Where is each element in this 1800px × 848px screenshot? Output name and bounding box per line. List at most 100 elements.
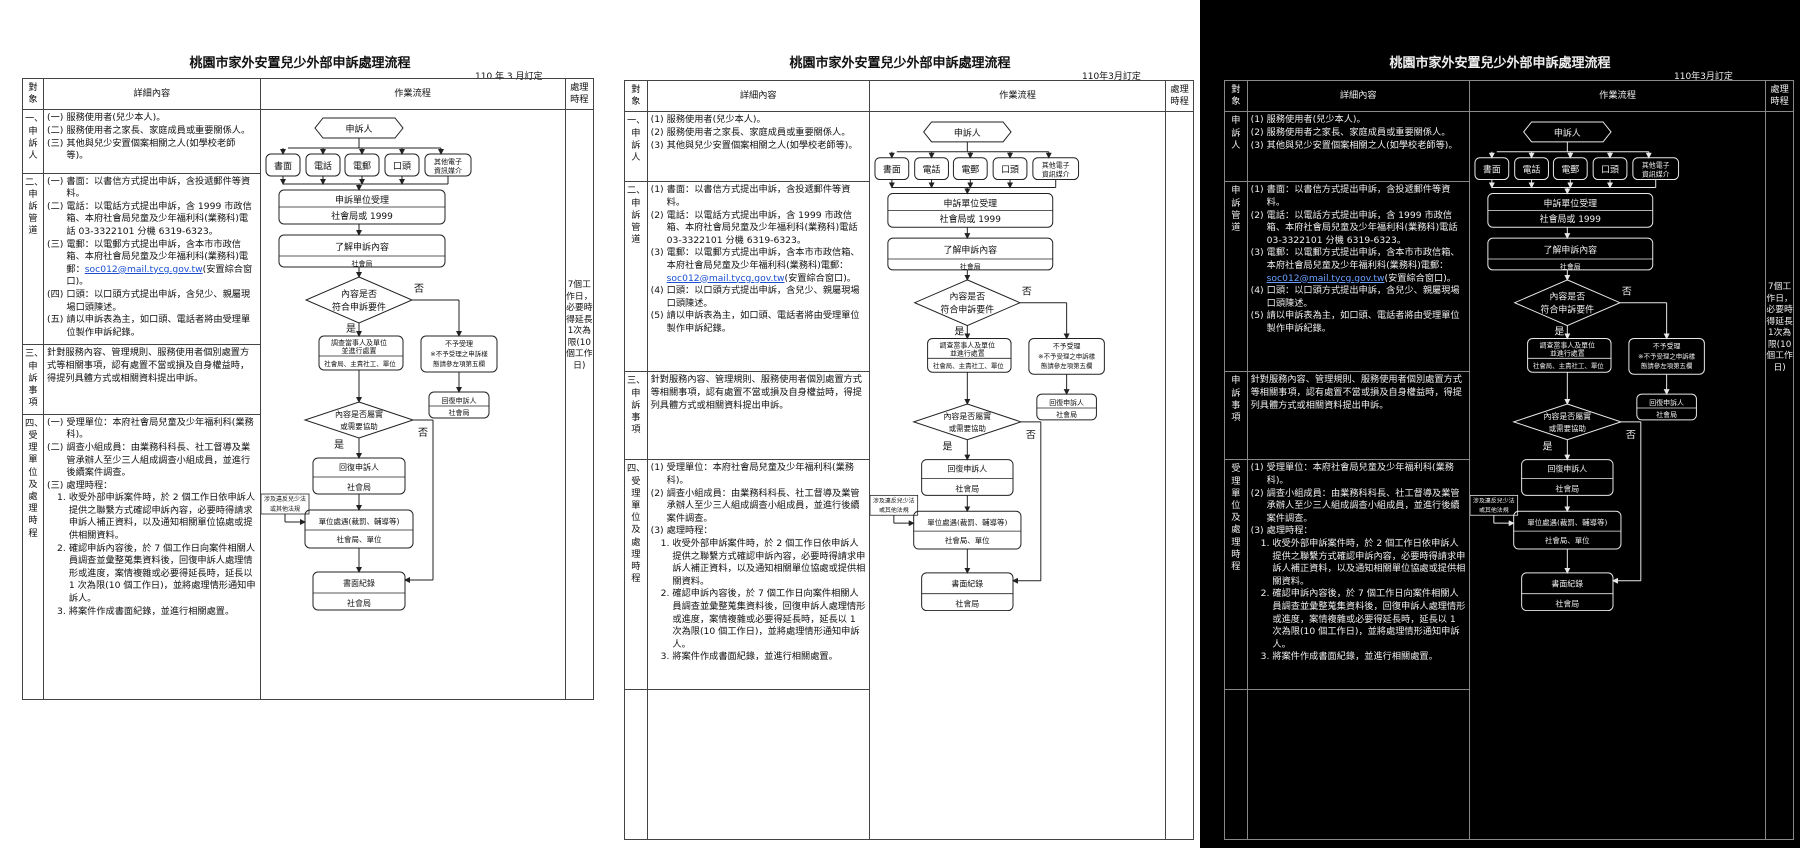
header-detail: 詳細內容 — [1246, 79, 1470, 113]
section-label: 申訴事項 — [1224, 371, 1248, 461]
flow-label: 書面 — [1483, 164, 1501, 176]
decision-eligibility — [304, 276, 413, 324]
flow-label: 否 — [418, 427, 428, 439]
section-detail: (1) 書面：以書信方式提出申訴，含投遞郵件等資料。 (2) 電話：以電話方式提出申… — [646, 181, 870, 373]
decision-verified — [303, 401, 415, 439]
flow-label: 申訴單位受理 — [1543, 198, 1597, 210]
flow-label: 書面 — [883, 164, 901, 176]
flow-label: 符合申訴要件 — [1540, 304, 1594, 316]
flow-label: 社會局、單位 — [336, 534, 381, 544]
flow-label: 社會局 — [955, 484, 979, 494]
section-detail: (1) 受理單位：本府社會局兒童及少年福利科(業務科)。 (2) 調查小組成員：由業… — [1246, 459, 1470, 691]
flow-label: 內容是否屬實 — [1543, 411, 1591, 421]
flow-label: 書面紀錄 — [343, 578, 375, 588]
flow-label: 是 — [942, 441, 952, 453]
flow-label: 書面 — [274, 160, 292, 172]
flow-label: 調查當事人及單位 — [331, 338, 387, 347]
email-link[interactable]: soc012@mail.tycg.gov.tw — [1267, 273, 1385, 284]
flow-label: 並進行處置 — [341, 346, 376, 355]
flow-label: 社會局 — [351, 259, 372, 268]
flow-label: 電郵 — [1561, 164, 1579, 176]
flow-label: 是 — [334, 439, 344, 451]
flow-label: 不予受理 — [445, 339, 473, 348]
document-page-reflowed: 桃園市家外安置兒少外部申訴處理流程 110年3月訂定 對象 詳細內容 作業流程 … — [600, 0, 1200, 848]
header-flow: 作業流程 — [259, 77, 566, 111]
flow-label: 社會局 — [1056, 410, 1077, 419]
decision-verified — [1511, 403, 1623, 441]
document-page-original: 桃園市家外安置兒少外部申訴處理流程 110 年 3 月訂定 對象 詳細內容 作業… — [0, 0, 600, 848]
flow-label: 否 — [414, 283, 424, 295]
flow-label: 態請參左項第五欄 — [1641, 362, 1693, 371]
flow-label: 並進行處置 — [1550, 349, 1585, 358]
flow-cell: 申訴人 書面 電話 電郵 口頭 其他電子 資訊媒介 申訴單位受理 社會局或 1999 了解申訴內容… — [259, 109, 566, 700]
section-detail: (一) 書面：以書信方式提出申訴，含投遞郵件等資料。 (二) 電話：以電話方式提出申… — [43, 172, 261, 346]
section-detail: (一) 受理單位：本府社會局兒童及少年福利科(業務科)。 (二) 調查小組成員：由業… — [43, 413, 261, 701]
flow-label: 社會局、單位 — [945, 535, 990, 545]
header-target: 對象 — [21, 77, 45, 111]
email-link[interactable]: soc012@mail.tycg.gov.tw — [667, 273, 785, 284]
flow-label: 社會局或 1999 — [1540, 214, 1602, 226]
flow-label: 不予受理 — [1653, 342, 1681, 351]
flow-label: 不予受理 — [1053, 342, 1081, 351]
section-label: 二、申訴管道 — [624, 181, 648, 373]
section-label: 三、申訴事項 — [21, 344, 45, 415]
flow-label: 或其他法規 — [879, 507, 909, 515]
flow-label: 書面紀錄 — [951, 579, 983, 589]
flow-label: 或其他法規 — [1479, 507, 1509, 515]
flow-label: 或其他法規 — [270, 505, 300, 513]
header-time: 處理時程 — [1765, 79, 1794, 113]
flow-label: 電郵 — [961, 164, 979, 176]
flow-label: 了解申訴內容 — [1543, 244, 1597, 256]
flowchart: 申訴人書面 電話 電郵 口頭 其他電子資訊媒介申訴單位受理社會局或 1999 了解申訴內容… — [260, 117, 498, 611]
flow-label: 並進行處置 — [950, 349, 985, 358]
flow-label: 調查當事人及單位 — [1539, 341, 1595, 350]
flow-label: 其他電子 — [1042, 161, 1070, 170]
section-detail: (1) 服務使用者(兒少本人)。 (2) 服務使用者之家長、家庭成員或重要關係人。 … — [646, 111, 870, 183]
flow-label: 其他電子 — [434, 157, 462, 166]
flow-label: 內容是否屬實 — [335, 409, 383, 419]
flow-label: 是 — [1542, 441, 1552, 453]
email-link[interactable]: soc012@mail.tycg.gov.tw — [85, 264, 203, 275]
time-cell — [1165, 111, 1194, 841]
section-label: 四、受理單位及處理時程 — [21, 413, 45, 701]
flow-label: 申訴單位受理 — [943, 198, 997, 210]
flow-label: 內容是否 — [1549, 291, 1585, 303]
section-label: 申訴人 — [1224, 111, 1248, 183]
flow-label: 口頭 — [1001, 165, 1019, 176]
flow-label: 社會局 — [1555, 484, 1579, 494]
flow-label: 電話 — [923, 164, 941, 176]
document-page-overlay: 桃園市家外安置兒少外部申訴處理流程 110年3月訂定 對象 詳細內容 作業流程 … — [1200, 0, 1800, 848]
flow-label: 社會局 — [1555, 599, 1579, 609]
flow-label: 社會局、主責社工、單位 — [933, 362, 1004, 371]
flow-label: 是 — [954, 326, 964, 338]
flow-label: 是 — [346, 323, 356, 335]
flow-label: 社會局 — [1560, 262, 1581, 271]
flow-label: 是 — [1554, 326, 1564, 338]
flow-label: 資訊媒介 — [434, 166, 462, 175]
section-label: 三、申訴事項 — [624, 371, 648, 461]
flow-label: 申訴人 — [345, 123, 372, 135]
header-detail: 詳細內容 — [43, 77, 261, 111]
flow-label: 調查當事人及單位 — [939, 341, 995, 350]
flow-label: ※不予受理之申訴樣 — [1638, 352, 1695, 361]
flow-label: 內容是否屬實 — [943, 411, 991, 421]
flow-label: 回復申訴人 — [1547, 464, 1587, 474]
flow-cell: 申訴人 書面 電話 電郵 口頭 其他電子 資訊媒介 申訴單位受理 社會局或 1999 了解申訴內容… — [1468, 111, 1767, 841]
flow-label: 態請參左項第五欄 — [433, 359, 485, 368]
flow-label: 單位處遇(裁罰、輔導等) — [318, 516, 399, 526]
flow-label: 其他電子 — [1642, 161, 1670, 170]
section-label: 二、申訴管道 — [21, 172, 45, 346]
time-note: 7個工作日，必要時得延長1次為限(10個工作日) — [566, 280, 593, 371]
flow-label: 或需要協助 — [340, 421, 378, 431]
flow-label: 或需要協助 — [949, 423, 986, 433]
flow-label: 社會局或 1999 — [331, 210, 393, 222]
flow-label: 否 — [1626, 429, 1636, 441]
flow-label: 申訴人 — [954, 127, 981, 139]
flow-label: 申訴單位受理 — [335, 194, 389, 206]
flow-label: 單位處遇(裁罰、輔導等) — [1527, 518, 1607, 528]
flow-label: 符合申訴要件 — [940, 304, 994, 316]
header-target: 對象 — [1224, 79, 1248, 113]
flow-label: 內容是否 — [341, 288, 377, 300]
header-time: 處理時程 — [564, 77, 595, 111]
flow-label: 電郵 — [353, 160, 371, 172]
